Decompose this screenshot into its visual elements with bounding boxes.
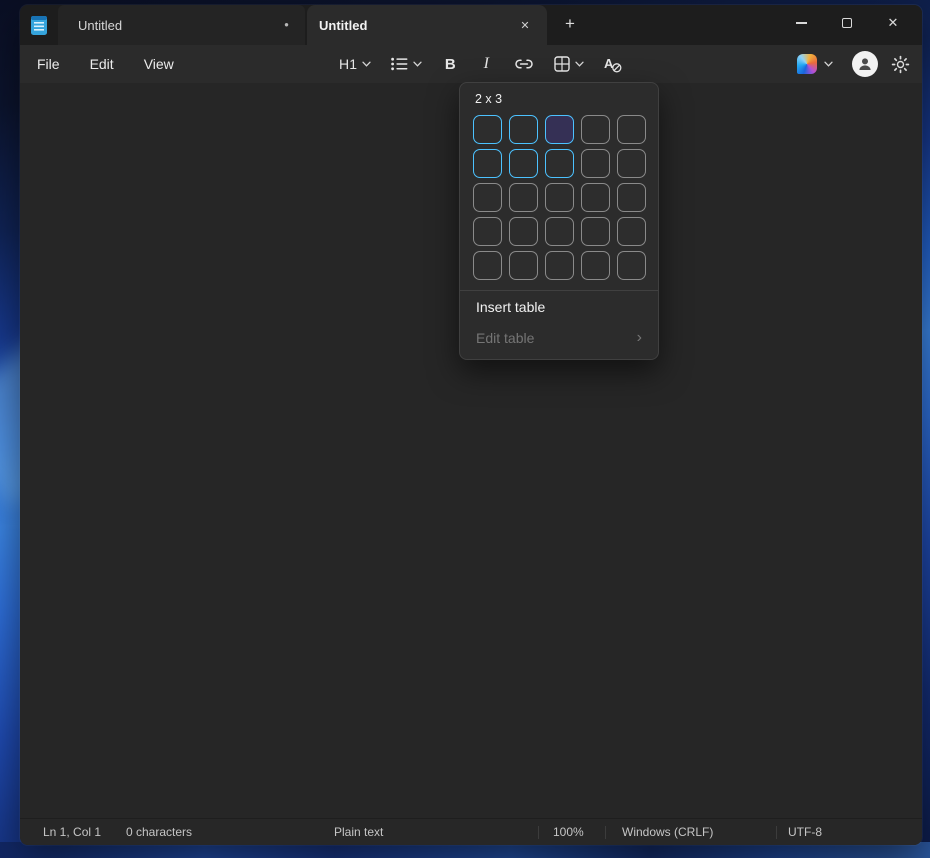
grid-cell-4x3[interactable] [545, 217, 574, 246]
table-size-label: 2 x 3 [475, 92, 503, 106]
grid-cell-4x5[interactable] [617, 217, 646, 246]
grid-cell-4x4[interactable] [581, 217, 610, 246]
grid-cell-3x5[interactable] [617, 183, 646, 212]
caption-controls: ✕ [778, 5, 916, 45]
close-button[interactable]: ✕ [870, 5, 916, 41]
link-icon [515, 59, 534, 69]
line-ending[interactable]: Windows (CRLF) [622, 825, 713, 839]
minimize-button[interactable] [778, 5, 824, 41]
grid-cell-2x5[interactable] [617, 149, 646, 178]
grid-cell-4x1[interactable] [473, 217, 502, 246]
grid-cell-1x2[interactable] [509, 115, 538, 144]
edit-table-menu-item: Edit table › [460, 322, 658, 353]
grid-cell-5x1[interactable] [473, 251, 502, 280]
list-style-dropdown[interactable] [384, 50, 429, 78]
grid-cell-3x3[interactable] [545, 183, 574, 212]
bulleted-list-icon [391, 57, 408, 71]
titlebar: Untitled ● Untitled ✕ + ✕ [20, 5, 922, 45]
formatting-toolbar: H1 B I A [332, 45, 630, 83]
insert-link-button[interactable] [507, 50, 541, 78]
status-divider [605, 826, 606, 839]
copilot-icon [797, 54, 817, 74]
close-icon: ✕ [887, 15, 899, 30]
grid-cell-1x1[interactable] [473, 115, 502, 144]
menu-edit[interactable]: Edit [79, 51, 125, 77]
chevron-down-icon [575, 61, 584, 67]
menu-view[interactable]: View [133, 51, 185, 77]
chevron-right-icon: › [636, 328, 642, 346]
table-size-grid [473, 115, 658, 280]
grid-cell-3x1[interactable] [473, 183, 502, 212]
tab-label: Untitled [78, 17, 123, 33]
menu-bar: File Edit View [26, 45, 185, 83]
grid-cell-1x3[interactable] [545, 115, 574, 144]
grid-cell-3x2[interactable] [509, 183, 538, 212]
grid-cell-3x4[interactable] [581, 183, 610, 212]
tab-label: Untitled [319, 17, 368, 33]
grid-cell-1x5[interactable] [617, 115, 646, 144]
grid-cell-2x4[interactable] [581, 149, 610, 178]
status-divider [776, 826, 777, 839]
chevron-down-icon [413, 61, 422, 67]
tab-untitled-1[interactable]: Untitled ● [58, 5, 305, 45]
grid-cell-5x4[interactable] [581, 251, 610, 280]
table-picker-dropdown: 2 x 3 Insert table Edit table › [459, 82, 659, 360]
maximize-button[interactable] [824, 5, 870, 41]
encoding[interactable]: UTF-8 [788, 825, 822, 839]
tab-untitled-2-active[interactable]: Untitled ✕ [307, 5, 547, 45]
insert-table-label: Insert table [476, 298, 546, 315]
zoom-level[interactable]: 100% [553, 825, 584, 839]
copilot-dropdown[interactable] [791, 50, 839, 78]
bold-button[interactable]: B [435, 50, 465, 78]
tab-close-icon[interactable]: ✕ [515, 15, 535, 35]
edit-table-label: Edit table [476, 329, 535, 346]
heading-style-label: H1 [339, 56, 358, 72]
insert-table-dropdown[interactable] [547, 50, 591, 78]
maximize-icon [842, 18, 852, 28]
unsaved-indicator-dot: ● [284, 20, 289, 29]
insert-table-menu-item[interactable]: Insert table [460, 291, 658, 322]
minimize-icon [795, 22, 807, 24]
cursor-position[interactable]: Ln 1, Col 1 [43, 825, 101, 839]
grid-cell-2x1[interactable] [473, 149, 502, 178]
add-tab-button[interactable]: + [555, 10, 585, 38]
clear-formatting-button[interactable]: A [597, 50, 630, 78]
italic-button[interactable]: I [471, 50, 501, 78]
grid-cell-5x3[interactable] [545, 251, 574, 280]
status-bar: Ln 1, Col 1 0 characters Plain text 100%… [20, 818, 922, 845]
chevron-down-icon [362, 61, 371, 67]
menu-file[interactable]: File [26, 51, 71, 77]
clear-formatting-icon: A [604, 56, 622, 72]
table-icon [554, 56, 570, 72]
account-toolbar [791, 45, 910, 83]
toolbar: File Edit View H1 B I A [20, 45, 922, 83]
heading-style-dropdown[interactable]: H1 [332, 50, 378, 78]
app-icon-box [20, 5, 58, 45]
document-format[interactable]: Plain text [334, 825, 383, 839]
person-avatar-icon [859, 58, 871, 70]
add-tab-icon: + [565, 14, 575, 33]
grid-cell-2x3[interactable] [545, 149, 574, 178]
notepad-app-icon [31, 15, 47, 35]
character-count: 0 characters [126, 825, 193, 839]
notepad-window: Untitled ● Untitled ✕ + ✕ File Edit View… [20, 5, 922, 845]
grid-cell-1x4[interactable] [581, 115, 610, 144]
grid-cell-2x2[interactable] [509, 149, 538, 178]
gear-icon [891, 55, 910, 73]
grid-cell-4x2[interactable] [509, 217, 538, 246]
grid-cell-5x5[interactable] [617, 251, 646, 280]
account-button[interactable] [852, 51, 878, 77]
settings-button[interactable] [891, 55, 910, 74]
status-divider [538, 826, 539, 839]
chevron-down-icon [824, 61, 833, 67]
grid-cell-5x2[interactable] [509, 251, 538, 280]
